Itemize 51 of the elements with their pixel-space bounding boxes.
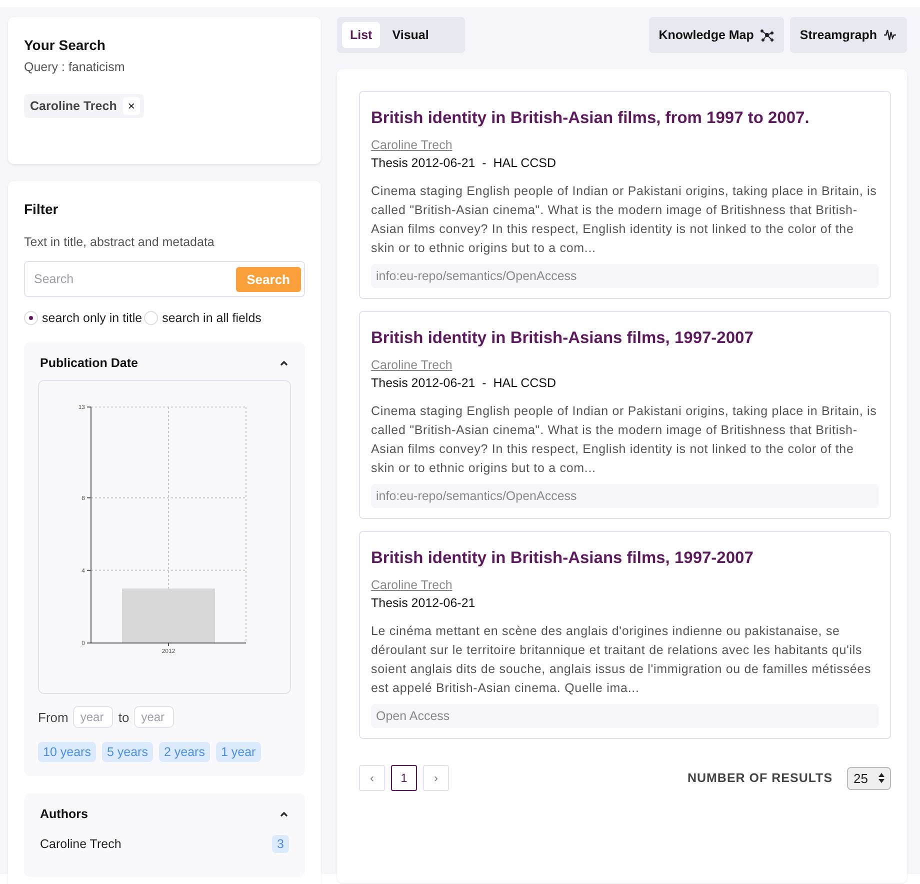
result-title-link[interactable]: British identity in British-Asians films, 1997-2007 [371, 329, 879, 348]
field-label: From [38, 710, 68, 724]
author-link[interactable]: Caroline Trech [371, 358, 452, 372]
panel-title: Publication Date [40, 356, 138, 370]
results-per-page-select[interactable]: 25 [846, 766, 891, 790]
field-label: to [118, 710, 130, 724]
range-chip[interactable]: 1 year [216, 742, 261, 762]
result-meta: Thesis 2012-06-21 - HAL CCSD [371, 376, 558, 390]
count-badge: 3 [272, 835, 289, 853]
tag-label: Caroline Trech [30, 99, 117, 113]
author-link[interactable]: Caroline Trech [371, 138, 452, 152]
visualization-button[interactable]: Streamgraph [790, 17, 907, 53]
page-button[interactable]: 1 [391, 765, 417, 791]
result-abstract: Cinema staging English people of Indian or Pakistani origins, taking place in Britain, is called "British-Asian cinema". What is the modern image of Britishness that British-Asian films convey? In this respect, English identity is not linked to the color of the skin or to ethnic origins but to a com... [371, 403, 878, 477]
radio-label: search only in title [42, 311, 142, 325]
result-meta: Thesis 2012-06-21 [371, 596, 476, 610]
section-title: Filter [24, 201, 60, 217]
year-field[interactable]: year [134, 706, 174, 728]
range-chip[interactable]: 2 years [158, 742, 210, 762]
result-abstract: Le cinéma mettant en scène des anglais d'origines indienne ou pakistanaise, se déroulant sur le territoire britannique et traitant de relations avec les habitants qu'ils soient anglais dits de souche, anglais issus de l'immigration ou de familles métissées est appelé British-Asian cinema. Quelle ima... [371, 623, 872, 697]
access-label: Open Access [371, 704, 879, 728]
radio-button[interactable] [24, 311, 38, 325]
waveform-icon [884, 29, 896, 41]
result-title-link[interactable]: British identity in British-Asians films, 1997-2007 [371, 549, 879, 568]
result-meta: Thesis 2012-06-21 - HAL CCSD [371, 156, 558, 170]
year-field[interactable]: year [73, 706, 114, 728]
field-label: Text in title, abstract and metadata [24, 235, 216, 249]
panel-title: Authors [40, 807, 88, 821]
radio-button[interactable] [144, 311, 158, 325]
remove-tag-button[interactable]: × [122, 97, 140, 115]
range-chip[interactable]: 5 years [102, 742, 153, 762]
section-title: Your Search [24, 37, 106, 53]
view-tab[interactable]: List [342, 22, 380, 48]
collapse-icon[interactable] [279, 811, 289, 817]
access-label: info:eu-repo/semantics/OpenAccess [371, 264, 879, 288]
spinner-arrows-icon [878, 772, 885, 784]
author-link[interactable]: Caroline Trech [371, 578, 452, 592]
collapse-icon[interactable] [279, 360, 289, 366]
visualization-button[interactable]: Knowledge Map [648, 17, 784, 53]
query-text: Query : fanaticism [24, 60, 126, 74]
results-count-label: NUMBER OF RESULTS [687, 771, 833, 785]
range-chip[interactable]: 10 years [38, 742, 96, 762]
author-name: Caroline Trech [40, 837, 122, 851]
view-tab[interactable]: Visual [384, 22, 437, 48]
result-title-link[interactable]: British identity in British-Asian films, from 1997 to 2007. [371, 109, 879, 128]
access-label: info:eu-repo/semantics/OpenAccess [371, 484, 879, 508]
result-abstract: Cinema staging English people of Indian or Pakistani origins, taking place in Britain, is called "British-Asian cinema". What is the modern image of Britishness that British-Asian films convey? In this respect, English identity is not linked to the color of the skin or to ethnic origins but to a com... [371, 183, 878, 257]
network-icon [760, 30, 774, 42]
next-page-button[interactable]: › [423, 765, 449, 791]
previous-page-button[interactable]: ‹ [359, 765, 385, 791]
radio-label: search in all fields [162, 311, 262, 325]
